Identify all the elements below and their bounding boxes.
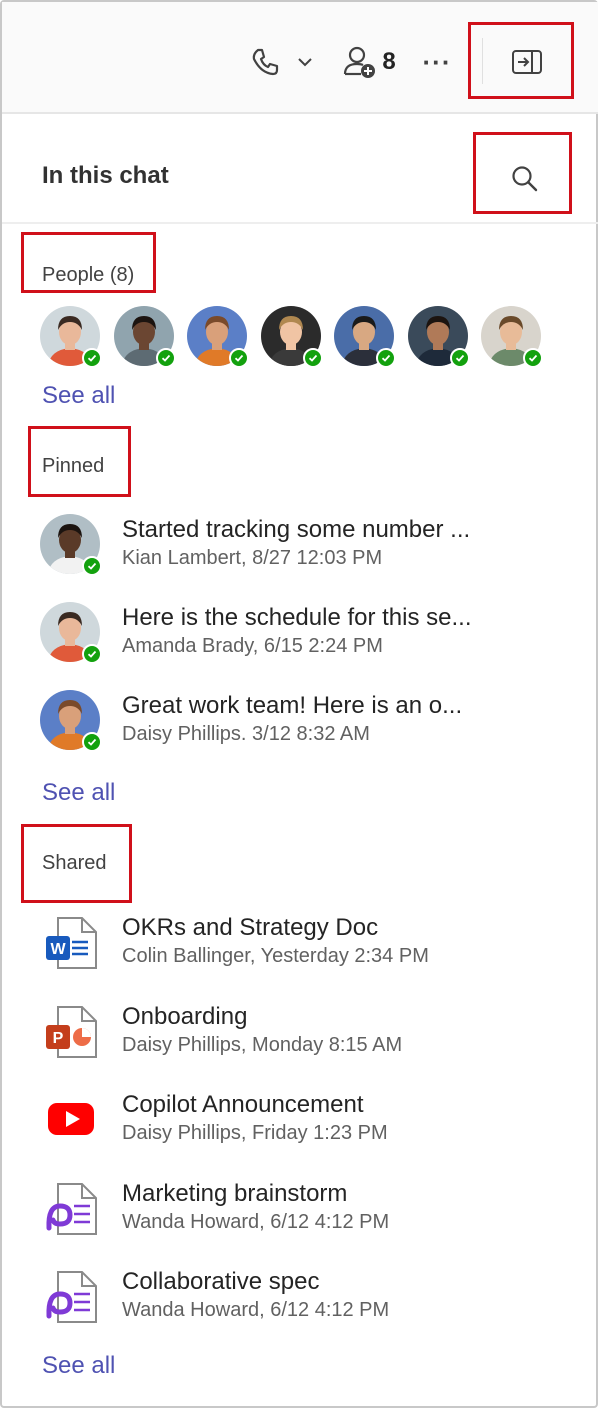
person-avatar[interactable] — [260, 306, 323, 368]
presence-available-icon — [376, 348, 396, 368]
shared-file-meta: Daisy Phillips, Monday 8:15 AM — [122, 1033, 403, 1056]
shared-file-meta: Colin Ballinger, Yesterday 2:34 PM — [122, 945, 429, 967]
pinned-message-text: Started tracking some number ... — [122, 516, 471, 543]
person-avatar[interactable] — [40, 306, 102, 368]
presence-available-icon — [82, 732, 102, 752]
presence-available-icon — [229, 348, 249, 368]
sender-avatar — [40, 690, 102, 752]
shared-file-meta: Wanda Howard, 6/12 4:12 PM — [122, 1210, 390, 1233]
powerpoint-icon: P — [40, 1001, 100, 1061]
pinned-message-meta: Amanda Brady, 6/15 2:24 PM — [122, 635, 383, 657]
people-section-title: People (8) — [42, 264, 135, 286]
presence-available-icon — [155, 348, 176, 368]
pinned-see-all-link[interactable]: See all — [42, 779, 115, 807]
pinned-message-item[interactable]: Here is the schedule for this se... Amand… — [40, 602, 560, 674]
panel-title: In this chat — [42, 162, 169, 189]
chat-details-panel: 8 ··· In this chat People (8) See all Pi… — [0, 0, 598, 1408]
pinned-message-item[interactable]: Great work team! Here is an o... Daisy Ph… — [40, 690, 560, 762]
panel-header: In this chat — [2, 116, 598, 224]
toolbar-divider — [482, 38, 483, 84]
more-icon: ··· — [422, 46, 452, 77]
youtube-icon — [40, 1089, 100, 1149]
call-button[interactable] — [242, 40, 322, 84]
svg-text:W: W — [50, 941, 66, 958]
person-avatar[interactable] — [187, 306, 249, 368]
presence-available-icon — [82, 644, 102, 664]
search-button[interactable] — [502, 156, 548, 202]
sender-avatar — [40, 602, 102, 664]
loop-page-icon — [40, 1266, 100, 1326]
shared-section-title: Shared — [42, 852, 107, 874]
participants-button[interactable]: 8 — [334, 38, 404, 86]
people-avatars — [40, 306, 560, 370]
shared-file-meta: Daisy Phillips, Friday 1:23 PM — [122, 1122, 388, 1144]
loop-page-icon — [40, 1178, 100, 1238]
person-avatar[interactable] — [481, 306, 543, 368]
chevron-down-icon — [298, 58, 312, 67]
word-doc-icon: W — [40, 912, 100, 972]
presence-available-icon — [302, 348, 323, 368]
svg-text:P: P — [53, 1030, 64, 1047]
shared-see-all-link[interactable]: See all — [42, 1352, 115, 1380]
top-toolbar: 8 ··· — [2, 2, 598, 114]
pane-close-icon — [512, 50, 542, 74]
person-avatar[interactable] — [113, 306, 176, 368]
sender-avatar — [40, 514, 102, 576]
shared-file-item[interactable]: Collaborative spec Wanda Howard, 6/12 4:1… — [40, 1266, 560, 1338]
pinned-section-title: Pinned — [42, 455, 105, 477]
shared-file-item[interactable]: Copilot Announcement Daisy Phillips, Frid… — [40, 1089, 560, 1161]
participants-count: 8 — [382, 48, 396, 75]
pinned-message-text: Here is the schedule for this se... — [122, 604, 472, 631]
shared-file-name: Collaborative spec — [122, 1268, 320, 1295]
people-see-all-link[interactable]: See all — [42, 382, 115, 410]
add-person-icon — [344, 46, 376, 78]
search-icon — [512, 166, 538, 192]
pinned-message-item[interactable]: Started tracking some number ... Kian Lam… — [40, 514, 560, 586]
pinned-message-meta: Kian Lambert, 8/27 12:03 PM — [122, 547, 383, 569]
phone-icon — [252, 48, 279, 76]
shared-file-name: Copilot Announcement — [122, 1091, 364, 1118]
shared-file-name: Marketing brainstorm — [122, 1179, 348, 1207]
close-pane-button[interactable] — [500, 42, 554, 82]
more-options-button[interactable]: ··· — [416, 42, 458, 82]
shared-file-item[interactable]: Marketing brainstorm Wanda Howard, 6/12 4… — [40, 1178, 560, 1250]
presence-available-icon — [82, 348, 102, 368]
presence-available-icon — [449, 348, 470, 368]
pinned-message-meta: Daisy Phillips. 3/12 8:32 AM — [122, 723, 370, 745]
shared-file-meta: Wanda Howard, 6/12 4:12 PM — [122, 1299, 390, 1321]
shared-file-name: Onboarding — [122, 1002, 248, 1030]
person-avatar[interactable] — [407, 306, 470, 368]
shared-file-item[interactable]: P Onboarding Daisy Phillips, Monday 8:15 A… — [40, 1001, 560, 1073]
shared-file-item[interactable]: W OKRs and Strategy Doc Colin Ballinger, Y… — [40, 912, 560, 984]
presence-available-icon — [82, 556, 102, 576]
pinned-message-text: Great work team! Here is an o... — [122, 692, 463, 719]
presence-available-icon — [523, 348, 543, 368]
shared-file-name: OKRs and Strategy Doc — [122, 914, 379, 941]
person-avatar[interactable] — [334, 306, 396, 368]
